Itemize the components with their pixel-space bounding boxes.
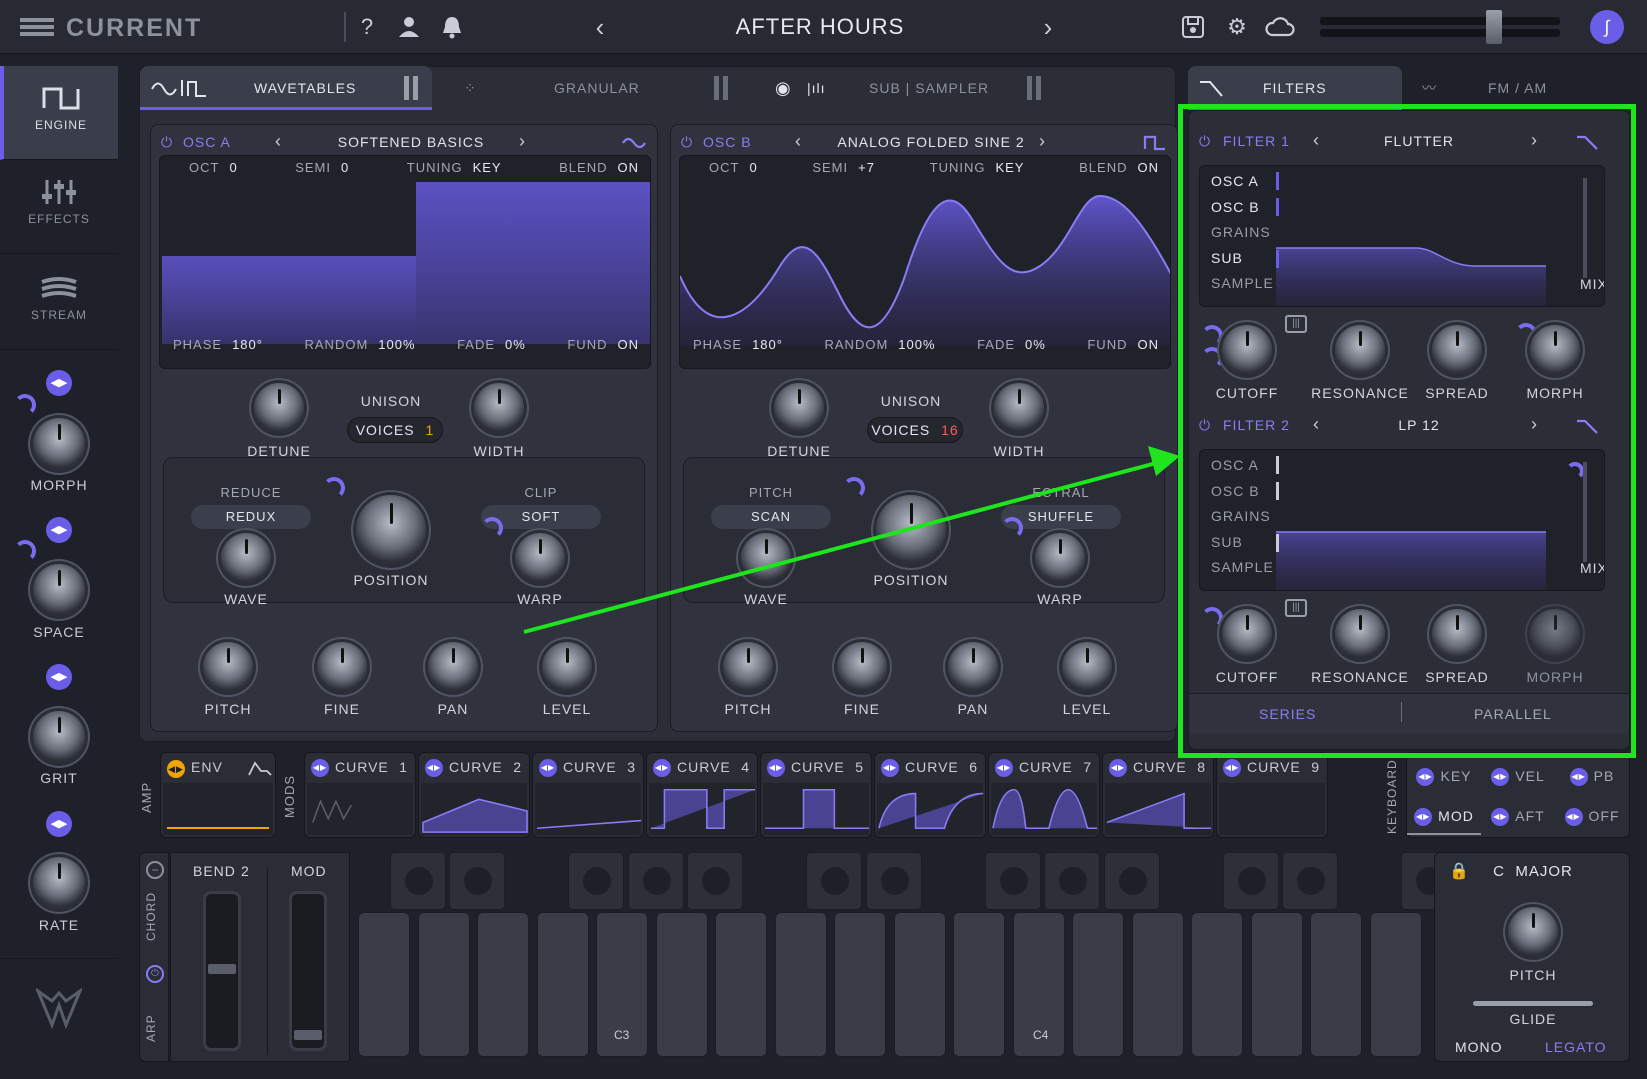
annotation-arrow-icon (523, 446, 1180, 634)
